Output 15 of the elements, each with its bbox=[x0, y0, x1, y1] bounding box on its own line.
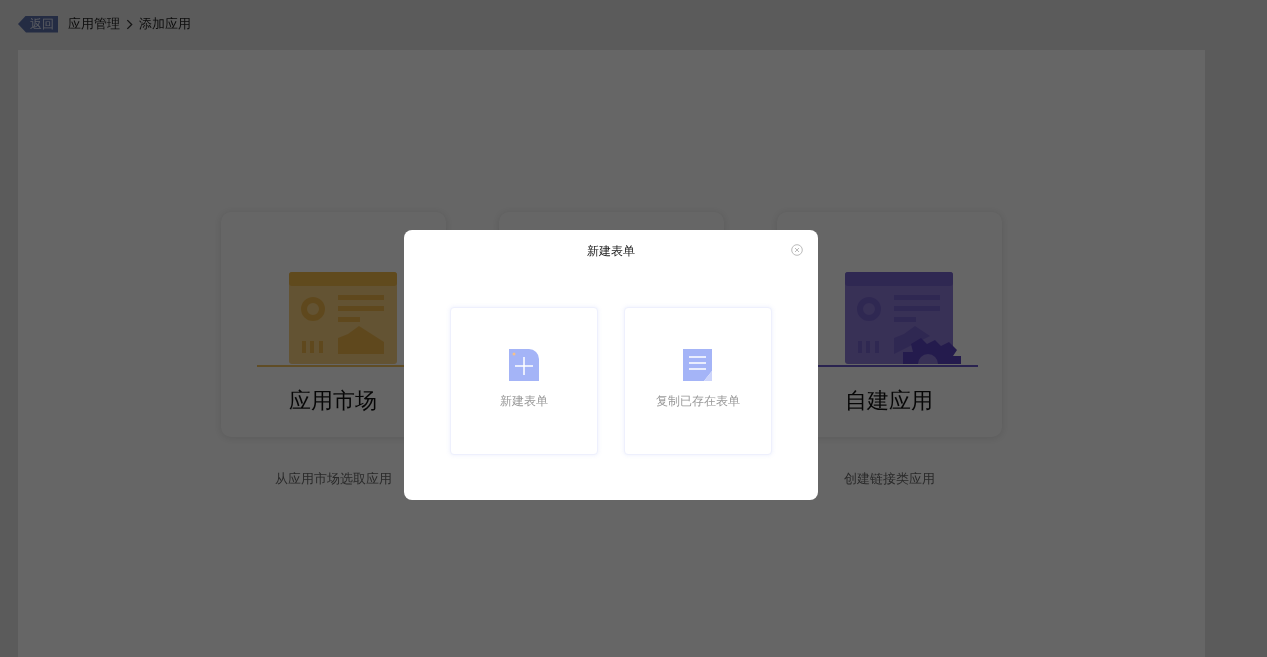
option-label: 复制已存在表单 bbox=[656, 392, 740, 410]
dialog-title: 新建表单 bbox=[587, 242, 635, 260]
breadcrumb-link[interactable]: 应用管理 bbox=[68, 15, 120, 33]
document-icon bbox=[683, 348, 713, 381]
card-title: 应用市场 bbox=[289, 387, 377, 415]
breadcrumb-current: 添加应用 bbox=[139, 15, 191, 33]
card-title: 自建应用 bbox=[845, 387, 933, 415]
form-option-card[interactable]: 复制已存在表单 bbox=[624, 307, 772, 455]
close-button[interactable] bbox=[791, 244, 803, 256]
card-description: 从应用市场选取应用 bbox=[274, 470, 392, 488]
chevron-icon bbox=[126, 18, 133, 30]
option-label: 新建表单 bbox=[500, 392, 548, 410]
new-form-icon bbox=[509, 348, 539, 381]
card-description: 创建链接类应用 bbox=[843, 470, 935, 488]
form-option-card[interactable]: 新建表单 bbox=[450, 307, 598, 455]
